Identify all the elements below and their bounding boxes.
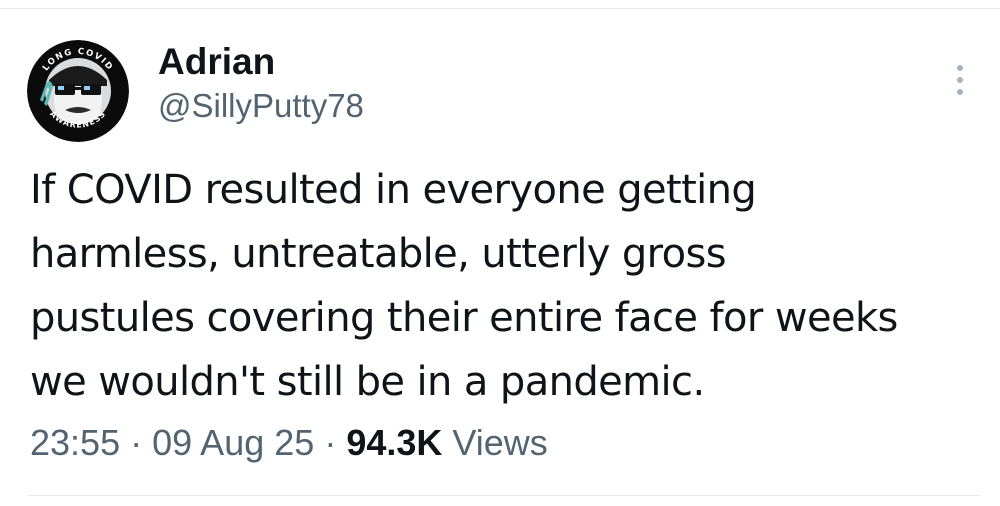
meta-separator: · (324, 422, 337, 463)
meta-separator: · (130, 422, 143, 463)
tweet-date[interactable]: 09 Aug 25 (152, 422, 314, 463)
user-handle[interactable]: @SillyPutty78 (158, 84, 364, 128)
tweet-time[interactable]: 23:55 (30, 422, 120, 463)
display-name[interactable]: Adrian (158, 40, 364, 84)
tweet-text-line: If COVID resulted in everyone getting (30, 167, 757, 213)
tweet-text-line: we wouldn't still be in a pandemic. (30, 359, 705, 405)
avatar-image: LONG COVID AWARENESS (27, 40, 129, 142)
tweet-text: If COVID resulted in everyone getting ha… (30, 158, 985, 414)
more-options-button[interactable] (944, 60, 976, 100)
tweet-meta: 23:55 · 09 Aug 25 · 94.3K Views (30, 420, 548, 466)
tweet-text-line: harmless, untreatable, utterly gross (30, 231, 727, 277)
tweet-text-line: pustules covering their entire face for … (30, 295, 898, 341)
tweet-card: LONG COVID AWARENESS Adrian @SillyPutty7… (0, 0, 1000, 506)
bottom-divider (28, 495, 980, 496)
views-label[interactable]: Views (452, 422, 547, 463)
views-count[interactable]: 94.3K (346, 422, 442, 463)
author-block: Adrian @SillyPutty78 (158, 40, 364, 128)
avatar[interactable]: LONG COVID AWARENESS (27, 40, 129, 142)
